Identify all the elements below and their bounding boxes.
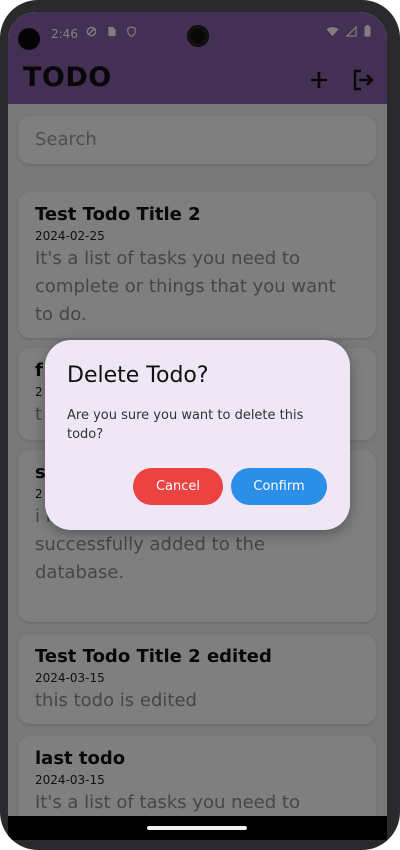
delete-todo-dialog: Delete Todo? Are you sure you want to de… [45, 340, 350, 530]
dialog-title: Delete Todo? [67, 363, 209, 388]
home-gesture-handle[interactable] [147, 826, 247, 830]
cancel-button[interactable]: Cancel [133, 468, 223, 505]
navigation-bar [8, 816, 387, 840]
phone-frame: 2:46 TODO [0, 0, 400, 850]
dialog-message: Are you sure you want to delete this tod… [67, 408, 304, 442]
app-screen: 2:46 TODO [8, 12, 387, 840]
confirm-button[interactable]: Confirm [231, 468, 327, 505]
